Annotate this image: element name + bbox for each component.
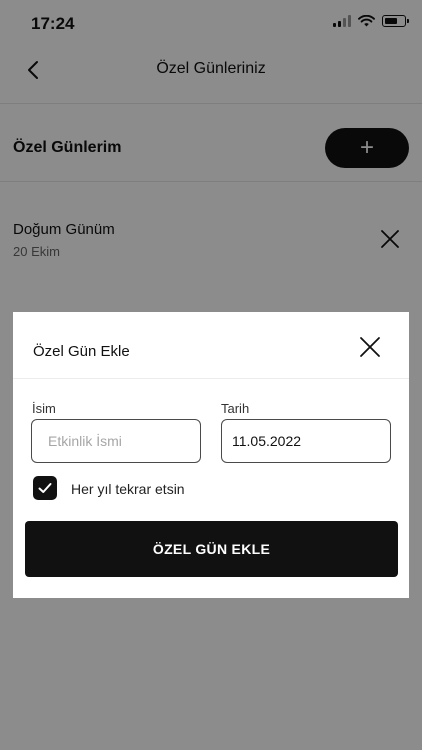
repeat-yearly-label[interactable]: Her yıl tekrar etsin (71, 481, 185, 497)
close-icon[interactable] (357, 334, 383, 360)
submit-label: ÖZEL GÜN EKLE (152, 541, 271, 557)
add-special-day-submit-button[interactable]: ÖZEL GÜN EKLE (25, 521, 398, 577)
event-name-input[interactable] (31, 419, 201, 463)
date-input[interactable] (221, 419, 391, 463)
repeat-yearly-checkbox[interactable] (33, 476, 57, 500)
add-special-day-modal: Özel Gün Ekle İsim Tarih Her yıl tekrar … (13, 312, 409, 598)
name-label: İsim (32, 401, 56, 416)
date-label: Tarih (221, 401, 250, 416)
checkmark-icon (38, 483, 52, 493)
modal-title: Özel Gün Ekle (33, 343, 130, 360)
divider (13, 378, 409, 379)
